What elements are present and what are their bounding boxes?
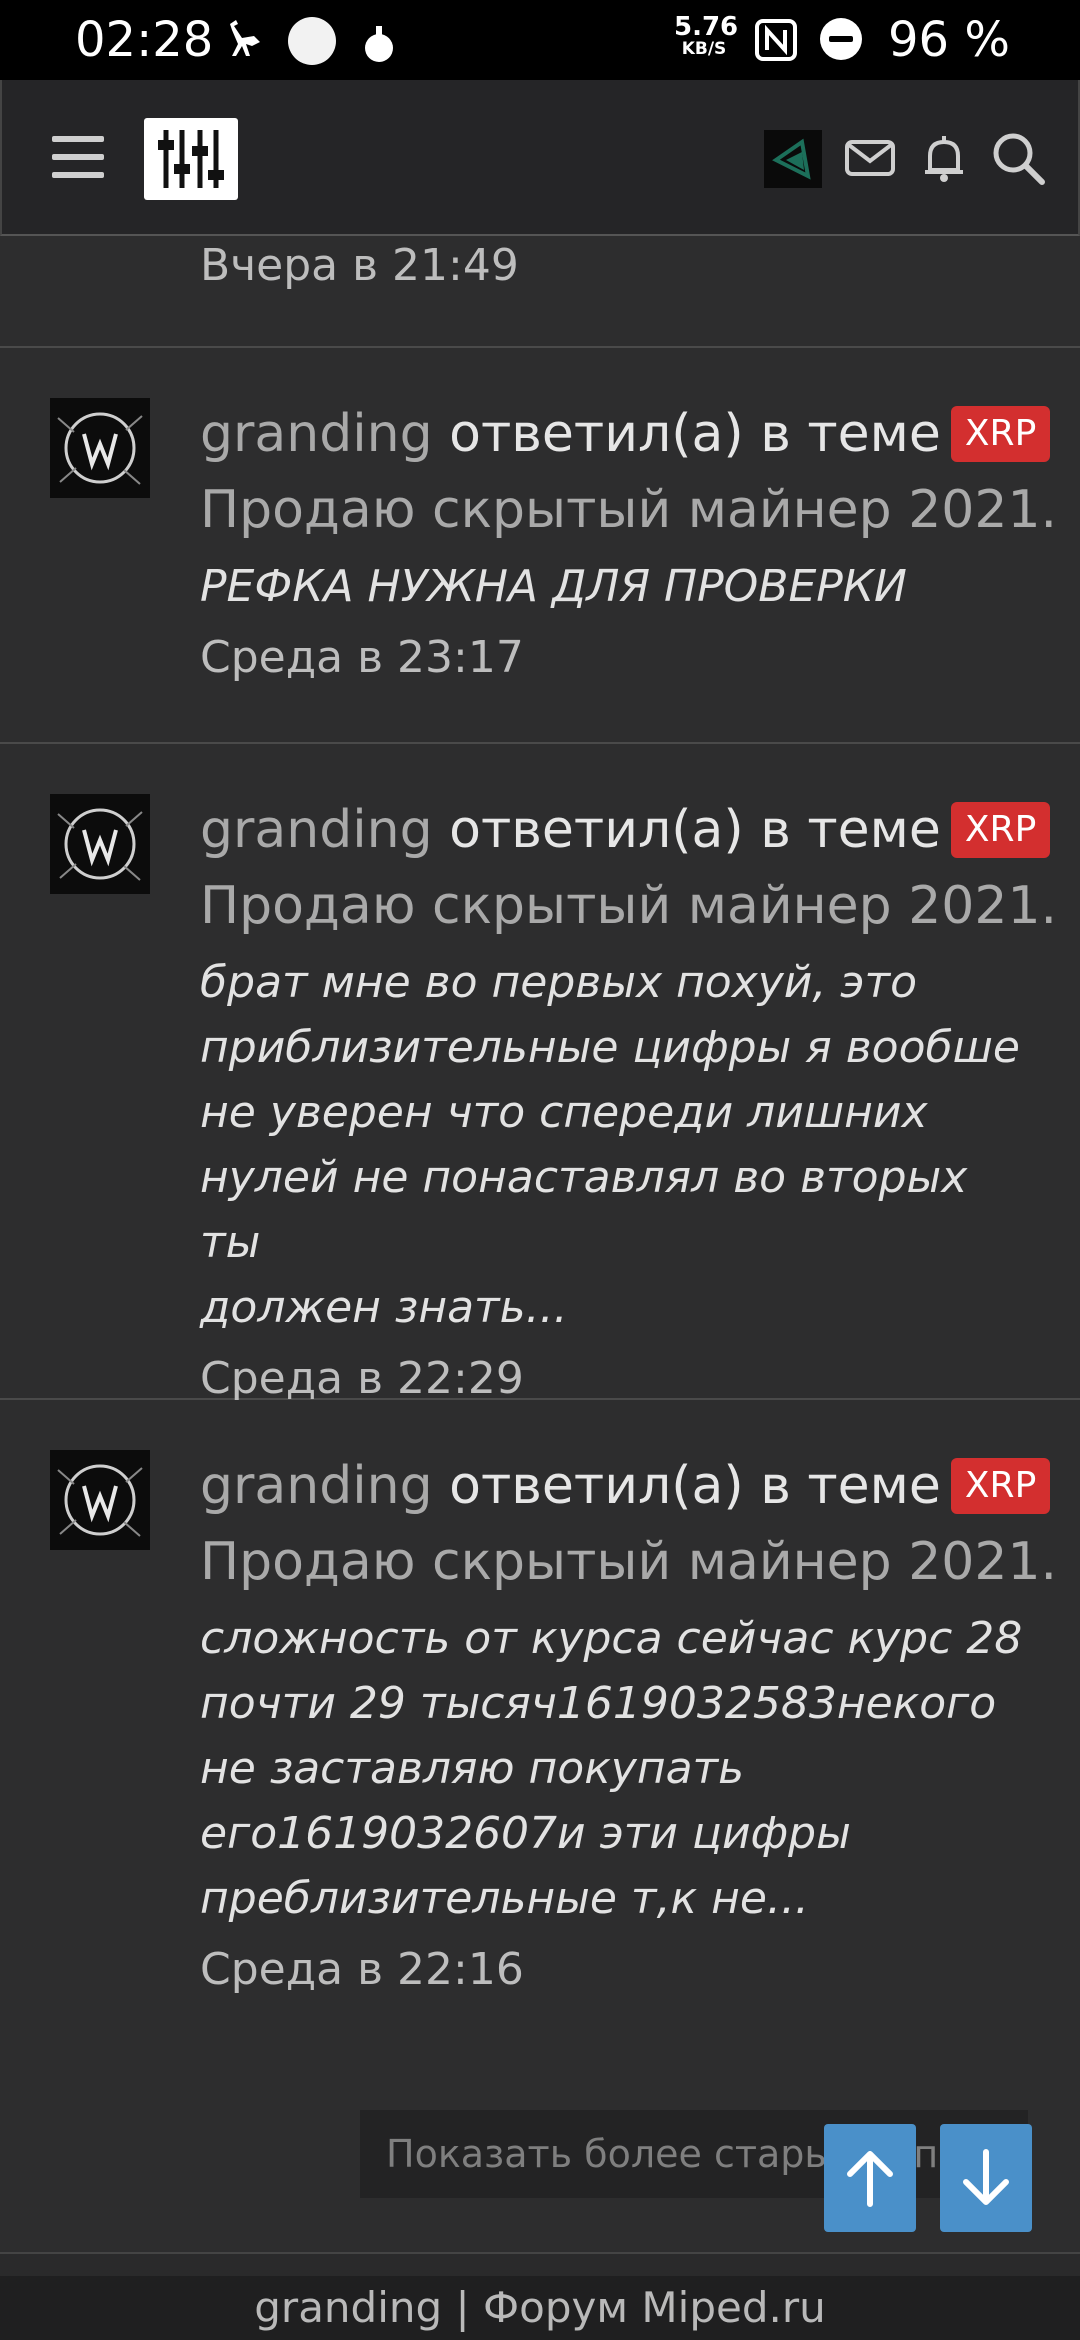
excerpt-line: почти 29 тысяч1619032583некого [200, 1678, 997, 1729]
username-link[interactable]: granding [200, 1456, 433, 1516]
post-body: granding ответил(а) в теме XRP Продаю скр… [200, 1448, 1057, 2005]
user-avatar[interactable] [764, 130, 822, 188]
post-headline: granding ответил(а) в теме XRP [200, 792, 1051, 868]
excerpt-line: его1619032607и эти цифры [200, 1808, 851, 1859]
page-footer: granding | Форум Miped.ru [0, 2276, 1080, 2340]
list-item[interactable]: granding ответил(а) в теме XRP Продаю скр… [0, 1400, 1080, 2056]
username-link[interactable]: granding [200, 800, 433, 860]
post-body: granding ответил(а) в теме XRP Продаю скр… [200, 396, 1057, 693]
excerpt-line: сложность от курса сейчас курс 28 [200, 1613, 1023, 1664]
list-item: Вчера в 21:49 [0, 236, 1080, 348]
excerpt-line: брат мне во первых похуй, это [200, 957, 917, 1008]
post-time: Вчера в 21:49 [200, 240, 519, 291]
excerpt-line: преблизительные т,к не... [200, 1873, 809, 1924]
thread-title-link[interactable]: Продаю скрытый майнер 2021. [200, 472, 1057, 548]
prefix-badge[interactable]: XRP [950, 1458, 1051, 1514]
ostrich-icon [230, 20, 260, 56]
thread-title-link[interactable]: Продаю скрытый майнер 2021. [200, 868, 1057, 944]
bell-icon[interactable] [916, 130, 972, 186]
site-logo[interactable] [144, 118, 238, 200]
username-link[interactable]: granding [200, 404, 433, 464]
load-more-area: Показать более старые записи [0, 2054, 1080, 2254]
circle-status-icon [288, 17, 336, 65]
prefix-badge[interactable]: XRP [950, 802, 1051, 858]
post-headline: granding ответил(а) в теме XRP [200, 1448, 1051, 1524]
excerpt-line: нулей не понаставлял во вторых ты [200, 1152, 968, 1268]
battery-level: 96 % [888, 12, 1010, 68]
arrow-down-icon [963, 2149, 1009, 2205]
footer-title: granding | Форум Miped.ru [254, 2283, 826, 2332]
excerpt-line: не уверен что спереди лишних [200, 1087, 928, 1138]
bomb-icon [365, 26, 393, 62]
post-body: granding ответил(а) в теме XRP Продаю скр… [200, 792, 1057, 1414]
post-time[interactable]: Среда в 23:17 [200, 623, 1040, 693]
excerpt-line: приблизительные цифры я вообше [200, 1022, 1020, 1073]
forum-header [0, 80, 1080, 236]
show-older-button[interactable]: Показать более старые записи [360, 2110, 1028, 2198]
excerpt-line: не заставляю покупать [200, 1743, 745, 1794]
action-text: ответил(а) в теме [449, 404, 941, 464]
nfc-icon [755, 19, 797, 61]
thread-title-link[interactable]: Продаю скрытый майнер 2021. [200, 1524, 1057, 1600]
avatar[interactable] [50, 794, 150, 894]
prefix-badge[interactable]: XRP [950, 406, 1051, 462]
avatar-icon [772, 138, 811, 180]
action-text: ответил(а) в теме [449, 800, 941, 860]
post-headline: granding ответил(а) в теме XRP [200, 396, 1051, 472]
list-item[interactable]: granding ответил(а) в теме XRP Продаю скр… [0, 348, 1080, 744]
hamburger-icon[interactable] [52, 130, 106, 184]
status-time: 02:28 [75, 12, 214, 68]
excerpt-line: должен знать... [200, 1282, 568, 1333]
arrow-up-icon [847, 2151, 893, 2207]
post-excerpt: РЕФКА НУЖНА ДЛЯ ПРОВЕРКИ [200, 554, 1040, 619]
avatar[interactable] [50, 1450, 150, 1550]
avatar-icon [57, 1464, 143, 1537]
list-item[interactable]: granding ответил(а) в теме XRP Продаю скр… [0, 744, 1080, 1404]
post-time[interactable]: Среда в 22:16 [200, 1935, 1040, 2005]
scroll-down-button[interactable] [940, 2124, 1032, 2232]
net-speed: 5.76 KB/S [674, 12, 739, 59]
avatar-icon [57, 412, 143, 485]
post-excerpt: сложность от курса сейчас курс 28 почти … [200, 1606, 1040, 1931]
avatar-icon [57, 808, 143, 881]
search-icon[interactable] [990, 130, 1046, 186]
scroll-up-button[interactable] [824, 2124, 916, 2232]
mixer-sliders-logo [158, 130, 224, 188]
avatar[interactable] [50, 398, 150, 498]
status-bar: 02:28 5.76 KB/S 96 % [0, 0, 1080, 80]
action-text: ответил(а) в теме [449, 1456, 941, 1516]
post-excerpt: брат мне во первых похуй, это приблизите… [200, 950, 1040, 1340]
mail-icon[interactable] [842, 130, 898, 186]
excerpt-line: РЕФКА НУЖНА ДЛЯ ПРОВЕРКИ [200, 561, 907, 612]
do-not-disturb-icon [820, 18, 862, 60]
